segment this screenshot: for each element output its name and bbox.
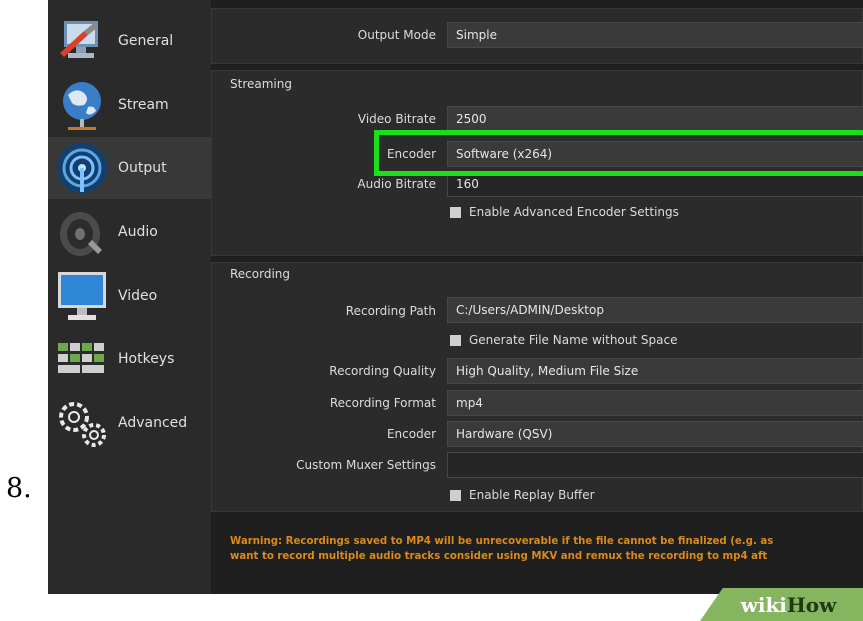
output-signal-icon [57, 143, 107, 193]
recording-path-input[interactable]: C:/Users/ADMIN/Desktop [447, 297, 863, 323]
sidebar-item-advanced[interactable]: Advanced [48, 392, 211, 454]
warning-line-1: Warning: Recordings saved to MP4 will be… [230, 536, 774, 547]
video-bitrate-input[interactable]: 2500 [447, 106, 863, 132]
checkbox-box[interactable] [450, 334, 461, 346]
recording-format-select[interactable]: mp4 [447, 390, 863, 416]
encoder-highlight-box [374, 130, 863, 176]
recording-group-title: Recording [230, 267, 291, 281]
sidebar-item-label: Video [118, 288, 158, 304]
sidebar-item-label: Output [118, 160, 167, 176]
advanced-encoder-label: Enable Advanced Encoder Settings [469, 205, 679, 219]
no-space-checkbox[interactable]: Generate File Name without Space [450, 333, 677, 347]
output-settings-panel: Output Mode Simple Streaming Video Bitra… [211, 0, 863, 594]
advanced-encoder-checkbox[interactable]: Enable Advanced Encoder Settings [450, 205, 679, 219]
recording-group: Recording Recording Path C:/Users/ADMIN/… [211, 262, 863, 512]
sidebar-item-stream[interactable]: Stream [48, 74, 211, 136]
sidebar-item-general[interactable]: General [48, 10, 211, 72]
no-space-label: Generate File Name without Space [469, 333, 678, 347]
output-mode-select[interactable]: Simple [447, 22, 863, 48]
watermark-wiki: wiki [740, 592, 787, 617]
sidebar-item-label: Audio [118, 224, 158, 240]
output-mode-section: Output Mode Simple [211, 8, 863, 64]
replay-buffer-checkbox[interactable]: Enable Replay Buffer [450, 488, 595, 502]
sidebar-item-audio[interactable]: Audio [48, 201, 211, 263]
stream-globe-icon [63, 82, 101, 130]
video-bitrate-label: Video Bitrate [357, 112, 436, 126]
recording-encoder-label: Encoder [386, 427, 436, 441]
general-icon [60, 21, 98, 58]
keyboard-icon [58, 343, 104, 373]
streaming-group-title: Streaming [230, 77, 292, 91]
sidebar-item-label: General [118, 33, 174, 49]
recording-encoder-select[interactable]: Hardware (QSV) [447, 421, 863, 447]
audio-bitrate-label: Audio Bitrate [357, 177, 436, 191]
recording-quality-select[interactable]: High Quality, Medium File Size [447, 358, 863, 384]
recording-quality-label: Recording Quality [329, 364, 436, 378]
step-number: 8. [6, 473, 32, 504]
sidebar-item-label: Advanced [118, 415, 188, 431]
custom-muxer-label: Custom Muxer Settings [296, 458, 436, 472]
sidebar-item-label: Stream [118, 97, 169, 113]
monitor-icon [58, 272, 106, 320]
warning-line-2: want to record multiple audio tracks con… [230, 551, 768, 562]
checkbox-box[interactable] [450, 206, 461, 218]
sidebar-item-video[interactable]: Video [48, 265, 211, 327]
custom-muxer-input[interactable] [447, 452, 863, 478]
replay-buffer-label: Enable Replay Buffer [469, 488, 595, 502]
settings-sidebar: General Stream Output Audio Video Hotkey… [48, 0, 211, 594]
sidebar-item-label: Hotkeys [118, 351, 175, 367]
sidebar-item-output[interactable]: Output [48, 137, 211, 199]
output-mode-label: Output Mode [357, 28, 436, 42]
gears-icon [59, 402, 106, 447]
wikihow-watermark: wiki How [700, 588, 863, 621]
recording-path-label: Recording Path [345, 304, 436, 318]
mp4-warning-text: Warning: Recordings saved to MP4 will be… [230, 534, 773, 564]
obs-settings-window: General Stream Output Audio Video Hotkey… [48, 0, 863, 594]
speaker-icon [60, 212, 102, 256]
watermark-how: How [786, 592, 837, 617]
recording-format-label: Recording Format [329, 396, 436, 410]
checkbox-box[interactable] [450, 489, 461, 501]
sidebar-item-hotkeys[interactable]: Hotkeys [48, 328, 211, 390]
